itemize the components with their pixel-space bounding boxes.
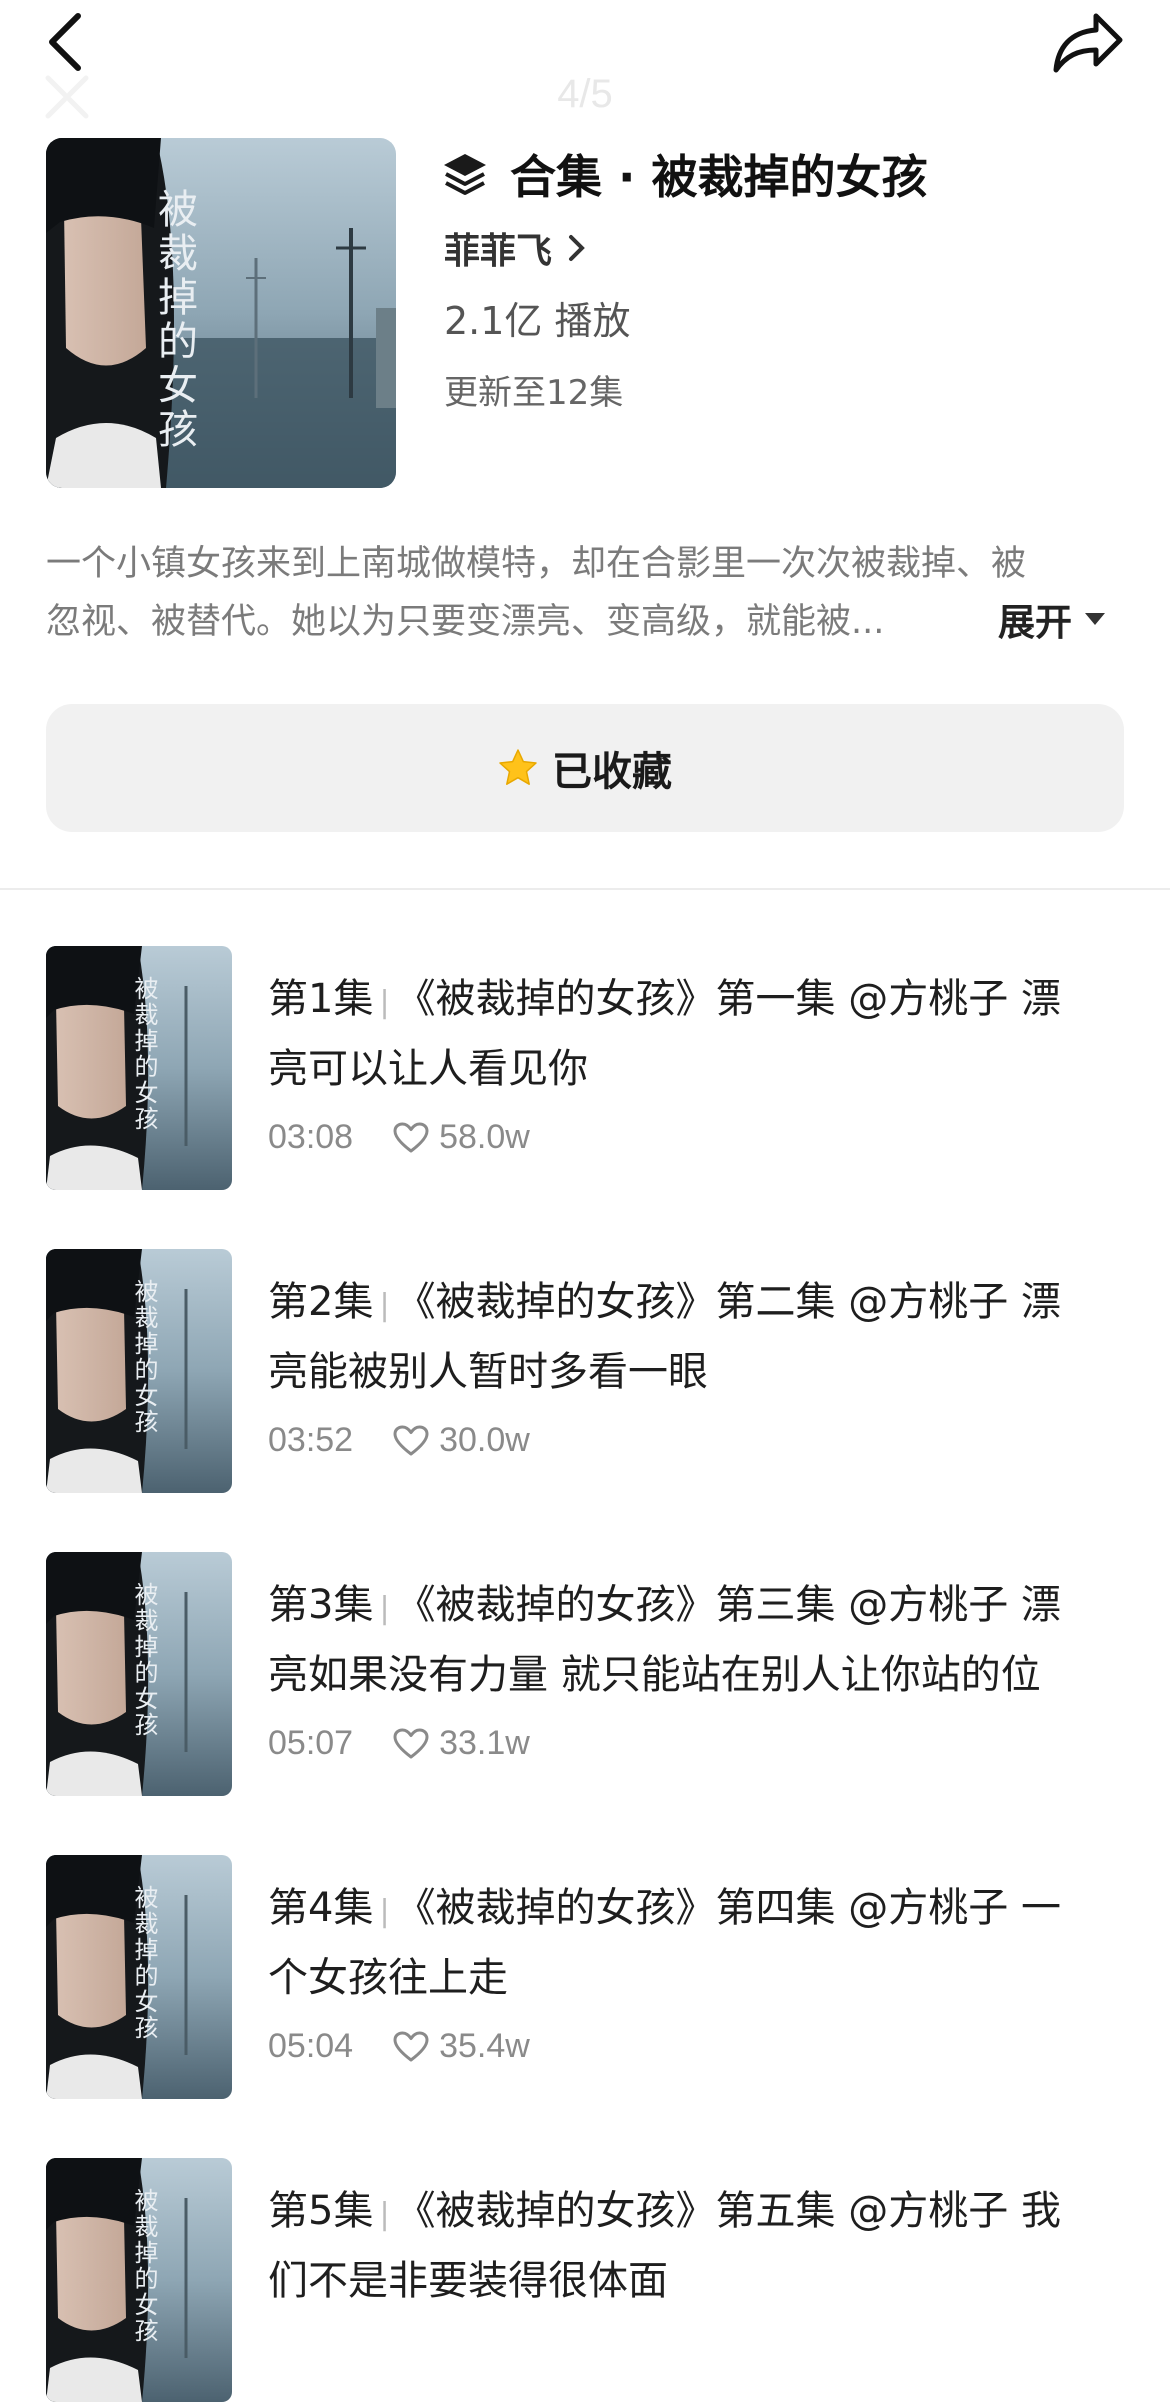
episode-title: 第1集 | 《被裁掉的女孩》第一集 @方桃子 漂 亮可以让人看见你 [268,966,1128,1102]
author-link[interactable]: 菲菲飞 [444,222,588,274]
heart-icon[interactable] [393,1728,429,1760]
episode-title-line-1: 第1集 | 《被裁掉的女孩》第一集 @方桃子 漂 [268,966,1128,1036]
description-line-2: 忽视、被替代。她以为只要变漂亮、变高级，就能被... [46,602,885,642]
section-divider [0,888,1170,890]
episode-likes: 58.0w [439,1118,530,1156]
episode-info: 第4集 | 《被裁掉的女孩》第四集 @方桃子 一 个女孩往上走 05:04 35.4… [268,1875,1128,2066]
collection-title-row: 合集 · 被裁掉的女孩 [440,140,928,208]
episode-number: 第2集 [268,1279,374,1325]
episode-title-text: 《被裁掉的女孩》第一集 @方桃子 漂 [395,976,1061,1022]
episode-thumbnail: 被裁掉的女孩 [46,2158,232,2402]
episode-title: 第4集 | 《被裁掉的女孩》第四集 @方桃子 一 个女孩往上走 [268,1875,1128,2011]
back-icon[interactable] [38,10,98,74]
collection-cover-image[interactable]: 被裁掉的女孩 [46,138,396,488]
episode-title-line-2: 亮可以让人看见你 [268,1046,588,1092]
heart-icon[interactable] [393,2031,429,2063]
episode-number: 第1集 [268,976,374,1022]
expand-label: 展开 [998,601,1072,644]
separator: | [379,1288,390,1323]
episode-duration: 03:52 [268,1421,354,1459]
author-name: 菲菲飞 [444,231,553,272]
separator: | [379,985,390,1020]
collection-title: 合集 · 被裁掉的女孩 [510,150,928,204]
play-count: 2.1亿 播放 [444,299,631,343]
collection-description: 一个小镇女孩来到上南城做模特，却在合影里一次次被裁掉、被 忽视、被替代。她以为只… [46,535,1086,651]
top-bar: 4/5 [0,0,1170,130]
svg-text:被裁掉的女孩: 被裁掉的女孩 [130,976,158,1132]
description-line-1: 一个小镇女孩来到上南城做模特，却在合影里一次次被裁掉、被 [46,544,1027,584]
collected-button[interactable]: 已收藏 [46,704,1124,832]
expand-button[interactable]: 展开 [998,592,1106,646]
episode-meta: 05:04 35.4w [268,2027,1128,2066]
star-icon [498,748,538,788]
svg-text:被裁掉的女孩: 被裁掉的女孩 [130,1582,158,1738]
chevron-right-icon [566,233,588,263]
episode-item[interactable]: 被裁掉的女孩 第3集 | 《被裁掉的女孩》第三集 @方桃子 漂 亮如果没有力量 就只… [0,1552,1170,1798]
episode-item[interactable]: 被裁掉的女孩 第2集 | 《被裁掉的女孩》第二集 @方桃子 漂 亮能被别人暂时多看一… [0,1249,1170,1495]
episode-info: 第3集 | 《被裁掉的女孩》第三集 @方桃子 漂 亮如果没有力量 就只能站在别人让你… [268,1572,1128,1763]
episode-likes: 30.0w [439,1421,530,1459]
svg-text:被裁掉的女孩: 被裁掉的女孩 [130,1885,158,2041]
episode-thumbnail: 被裁掉的女孩 [46,946,232,1190]
episode-likes: 33.1w [439,1724,530,1762]
episode-item[interactable]: 被裁掉的女孩 第1集 | 《被裁掉的女孩》第一集 @方桃子 漂 亮可以让人看见你 0… [0,946,1170,1192]
episode-title: 第5集 | 《被裁掉的女孩》第五集 @方桃子 我 们不是非要装得很体面 [268,2178,1128,2314]
episode-thumbnail: 被裁掉的女孩 [46,1249,232,1493]
layers-icon [440,149,490,199]
episode-number: 第4集 [268,1885,374,1931]
episode-number: 第3集 [268,1582,374,1628]
close-icon[interactable] [42,72,92,122]
episode-title: 第3集 | 《被裁掉的女孩》第三集 @方桃子 漂 亮如果没有力量 就只能站在别人让你… [268,1572,1128,1708]
heart-icon[interactable] [393,1122,429,1154]
episode-duration: 03:08 [268,1118,354,1156]
separator: | [379,1591,390,1626]
episode-title-line-2: 亮如果没有力量 就只能站在别人让你站的位 [268,1652,1041,1698]
episode-title-line-1: 第4集 | 《被裁掉的女孩》第四集 @方桃子 一 [268,1875,1128,1945]
episode-number: 第5集 [268,2188,374,2234]
episode-meta: 03:52 30.0w [268,1421,1128,1460]
cover-title-art: 被裁掉的女孩 [151,188,197,452]
episode-title-text: 《被裁掉的女孩》第四集 @方桃子 一 [395,1885,1061,1931]
episode-title-text: 《被裁掉的女孩》第三集 @方桃子 漂 [395,1582,1061,1628]
episode-title-line-2: 个女孩往上走 [268,1955,508,2001]
episode-duration: 05:04 [268,2027,354,2065]
episode-meta: 05:07 33.1w [268,1724,1128,1763]
episode-title-line-2: 们不是非要装得很体面 [268,2258,668,2304]
triangle-down-icon [1084,611,1106,627]
svg-text:被裁掉的女孩: 被裁掉的女孩 [130,1279,158,1435]
episode-thumbnail: 被裁掉的女孩 [46,1552,232,1796]
update-status: 更新至12集 [444,373,624,413]
episode-title-line-2: 亮能被别人暂时多看一眼 [268,1349,708,1395]
episode-item[interactable]: 被裁掉的女孩 第5集 | 《被裁掉的女孩》第五集 @方桃子 我 们不是非要装得很体面 [0,2158,1170,2404]
episode-title-line-1: 第5集 | 《被裁掉的女孩》第五集 @方桃子 我 [268,2178,1128,2248]
episode-title-text: 《被裁掉的女孩》第二集 @方桃子 漂 [395,1279,1061,1325]
episode-title-line-1: 第3集 | 《被裁掉的女孩》第三集 @方桃子 漂 [268,1572,1128,1642]
episode-info: 第5集 | 《被裁掉的女孩》第五集 @方桃子 我 们不是非要装得很体面 [268,2178,1128,2362]
episode-likes: 35.4w [439,2027,530,2065]
share-icon[interactable] [1048,8,1128,78]
svg-text:被裁掉的女孩: 被裁掉的女孩 [130,2188,158,2344]
episode-meta: 03:08 58.0w [268,1118,1128,1157]
episode-title-line-1: 第2集 | 《被裁掉的女孩》第二集 @方桃子 漂 [268,1269,1128,1339]
episode-item[interactable]: 被裁掉的女孩 第4集 | 《被裁掉的女孩》第四集 @方桃子 一 个女孩往上走 05:… [0,1855,1170,2101]
separator: | [379,2197,390,2232]
episode-info: 第2集 | 《被裁掉的女孩》第二集 @方桃子 漂 亮能被别人暂时多看一眼 03:52… [268,1269,1128,1460]
episode-title-text: 《被裁掉的女孩》第五集 @方桃子 我 [395,2188,1061,2234]
episode-title: 第2集 | 《被裁掉的女孩》第二集 @方桃子 漂 亮能被别人暂时多看一眼 [268,1269,1128,1405]
collected-label: 已收藏 [552,749,672,795]
episode-thumbnail: 被裁掉的女孩 [46,1855,232,2099]
image-page-indicator: 4/5 [557,72,613,116]
heart-icon[interactable] [393,1425,429,1457]
episode-info: 第1集 | 《被裁掉的女孩》第一集 @方桃子 漂 亮可以让人看见你 03:08 58… [268,966,1128,1157]
separator: | [379,1894,390,1929]
episode-duration: 05:07 [268,1724,354,1762]
